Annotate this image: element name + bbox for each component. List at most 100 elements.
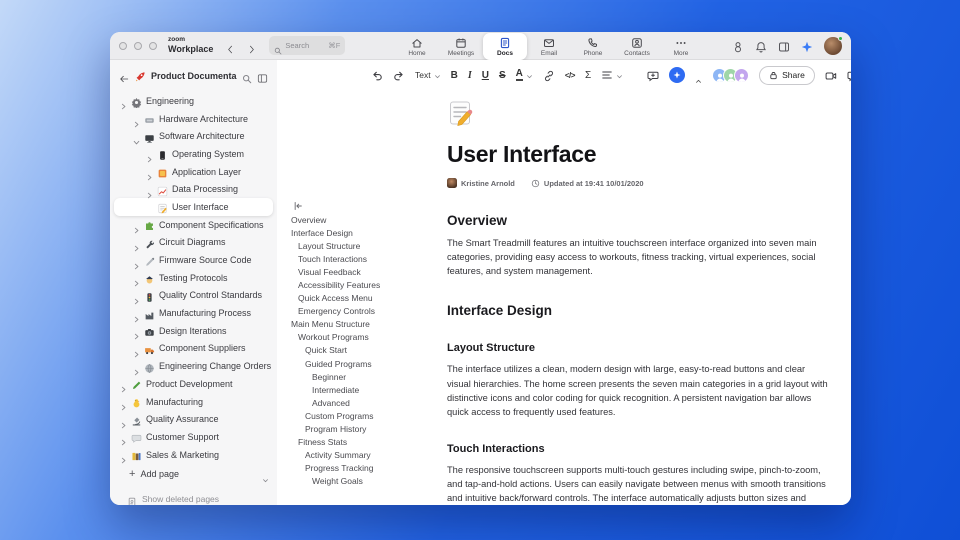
chevron-right-icon[interactable]: [133, 363, 140, 375]
chevron-down-icon[interactable]: [262, 471, 269, 483]
page-title[interactable]: User Interface: [447, 141, 829, 168]
sidebar-item-engineering[interactable]: Engineering: [114, 92, 273, 110]
chevron-right-icon[interactable]: [120, 416, 127, 428]
tab-meetings[interactable]: Meetings: [439, 33, 483, 60]
close-window-button[interactable]: [119, 41, 127, 50]
add-comment-icon[interactable]: [647, 69, 659, 82]
sidebar-item-user-interface[interactable]: User Interface: [114, 198, 273, 216]
back-arrow-icon[interactable]: [119, 71, 129, 83]
outline-item-intermediate[interactable]: Intermediate: [291, 383, 443, 396]
sidebar-item-hardware-architecture[interactable]: Hardware Architecture: [114, 110, 273, 128]
outline-item-workout-programs[interactable]: Workout Programs: [291, 331, 443, 344]
chevron-down-icon[interactable]: [133, 133, 140, 145]
sidebar-item-manufacturing-process[interactable]: Manufacturing Process: [114, 304, 273, 322]
chevron-right-icon[interactable]: [133, 239, 140, 252]
user-avatar[interactable]: [824, 35, 843, 55]
link-icon[interactable]: [543, 69, 555, 82]
ai-companion-button[interactable]: [669, 67, 686, 83]
collapse-toolbar-icon[interactable]: [695, 72, 702, 83]
tab-phone[interactable]: Phone: [571, 33, 615, 60]
chevron-right-icon[interactable]: [133, 292, 140, 305]
chat-bubble-icon[interactable]: [847, 69, 851, 82]
sidebar-item-sales-marketing[interactable]: Sales & Marketing: [114, 446, 273, 464]
tab-email[interactable]: Email: [527, 33, 571, 60]
chevron-right-icon[interactable]: [120, 380, 127, 393]
bold-button[interactable]: B: [451, 70, 458, 81]
outline-item-activity-summary[interactable]: Activity Summary: [291, 449, 443, 462]
sidebar-item-quality-assurance[interactable]: Quality Assurance: [114, 410, 273, 428]
forward-chevron-icon[interactable]: [247, 41, 256, 54]
page-emoji-memo-icon[interactable]: [447, 100, 473, 127]
chevron-right-icon[interactable]: [120, 398, 127, 411]
sidebar-item-testing-protocols[interactable]: Testing Protocols: [114, 269, 273, 287]
chevron-right-icon[interactable]: [146, 186, 153, 199]
heading-overview[interactable]: Overview: [447, 213, 829, 228]
redo-icon[interactable]: [393, 69, 405, 81]
sidebar-item-application-layer[interactable]: Application Layer: [114, 163, 273, 181]
chevron-right-icon[interactable]: [120, 97, 127, 110]
code-icon[interactable]: </>: [565, 71, 576, 80]
outline-item-custom-programs[interactable]: Custom Programs: [291, 409, 443, 422]
sidebar-item-product-development[interactable]: Product Development: [114, 375, 273, 393]
outline-item-quick-start[interactable]: Quick Start: [291, 344, 443, 357]
outline-item-fitness-stats[interactable]: Fitness Stats: [291, 436, 443, 449]
outline-item-program-history[interactable]: Program History: [291, 423, 443, 436]
outline-item-progress-tracking[interactable]: Progress Tracking: [291, 462, 443, 475]
undo-icon[interactable]: [371, 69, 383, 81]
notifications-bell-icon[interactable]: [755, 40, 767, 52]
outline-item-emergency-controls[interactable]: Emergency Controls: [291, 305, 443, 318]
video-call-icon[interactable]: [825, 69, 837, 81]
page-content[interactable]: User Interface Kristine Arnold Updated a…: [447, 100, 829, 505]
heading-layout-structure[interactable]: Layout Structure: [447, 342, 829, 354]
sidebar-item-component-suppliers[interactable]: Component Suppliers: [114, 340, 273, 358]
sidebar-item-data-processing[interactable]: Data Processing: [114, 180, 273, 199]
heading-touch-interactions[interactable]: Touch Interactions: [447, 443, 829, 455]
outline-item-overview[interactable]: Overview: [291, 213, 443, 226]
chevron-right-icon[interactable]: [133, 274, 140, 287]
sidebar-search-icon[interactable]: [242, 71, 252, 84]
outline-item-quick-access-menu[interactable]: Quick Access Menu: [291, 292, 443, 305]
ai-sparkle-icon[interactable]: [801, 40, 813, 52]
outline-item-guided-programs[interactable]: Guided Programs: [291, 357, 443, 370]
outline-item-interface-design[interactable]: Interface Design: [291, 226, 443, 239]
minimize-window-button[interactable]: [134, 41, 142, 50]
share-button[interactable]: Share: [759, 65, 815, 85]
chevron-right-icon[interactable]: [146, 150, 153, 163]
sidebar-item-operating-system[interactable]: Operating System: [114, 145, 273, 163]
sidebar-collapse-icon[interactable]: [257, 71, 268, 83]
chevron-right-icon[interactable]: [120, 433, 127, 446]
tab-contacts[interactable]: Contacts: [615, 33, 659, 60]
collapse-outline-icon[interactable]: [293, 198, 303, 210]
outline-item-touch-interactions[interactable]: Touch Interactions: [291, 252, 443, 265]
show-deleted-pages-button[interactable]: Show deleted pages: [118, 490, 269, 505]
collaborator-avatar-3[interactable]: [734, 67, 750, 83]
add-page-button[interactable]: + Add page: [118, 465, 269, 483]
italic-button[interactable]: I: [468, 70, 472, 81]
sidebar-item-component-specifications[interactable]: Component Specifications: [114, 216, 273, 234]
list-format-dropdown[interactable]: [601, 69, 623, 81]
sidebar-item-customer-support[interactable]: Customer Support: [114, 428, 273, 446]
text-color-dropdown[interactable]: A: [515, 68, 533, 82]
collaborator-avatars[interactable]: [712, 67, 750, 83]
outline-item-visual-feedback[interactable]: Visual Feedback: [291, 265, 443, 278]
chevron-right-icon[interactable]: [146, 168, 153, 181]
chevron-right-icon[interactable]: [133, 345, 140, 358]
sidebar-item-firmware-source-code[interactable]: Firmware Source Code: [114, 251, 273, 269]
outline-item-main-menu-structure[interactable]: Main Menu Structure: [291, 318, 443, 331]
author-chip[interactable]: Kristine Arnold: [447, 178, 515, 188]
clips-icon[interactable]: [732, 40, 744, 52]
panel-toggle-icon[interactable]: [778, 40, 790, 52]
sidebar-item-quality-control-standards[interactable]: Quality Control Standards: [114, 287, 273, 305]
outline-item-accessibility-features[interactable]: Accessibility Features: [291, 278, 443, 291]
paragraph-overview[interactable]: The Smart Treadmill features an intuitiv…: [447, 236, 829, 278]
outline-item-layout-structure[interactable]: Layout Structure: [291, 239, 443, 252]
chevron-right-icon[interactable]: [120, 451, 127, 464]
chevron-right-icon[interactable]: [133, 221, 140, 234]
back-chevron-icon[interactable]: [226, 41, 235, 54]
outline-item-beginner[interactable]: Beginner: [291, 370, 443, 383]
sidebar-item-manufacturing[interactable]: Manufacturing: [114, 393, 273, 411]
tab-home[interactable]: Home: [395, 33, 439, 60]
maximize-window-button[interactable]: [149, 41, 157, 50]
tab-docs[interactable]: Docs: [483, 33, 527, 60]
sidebar-item-engineering-change-orders[interactable]: Engineering Change Orders: [114, 357, 273, 375]
